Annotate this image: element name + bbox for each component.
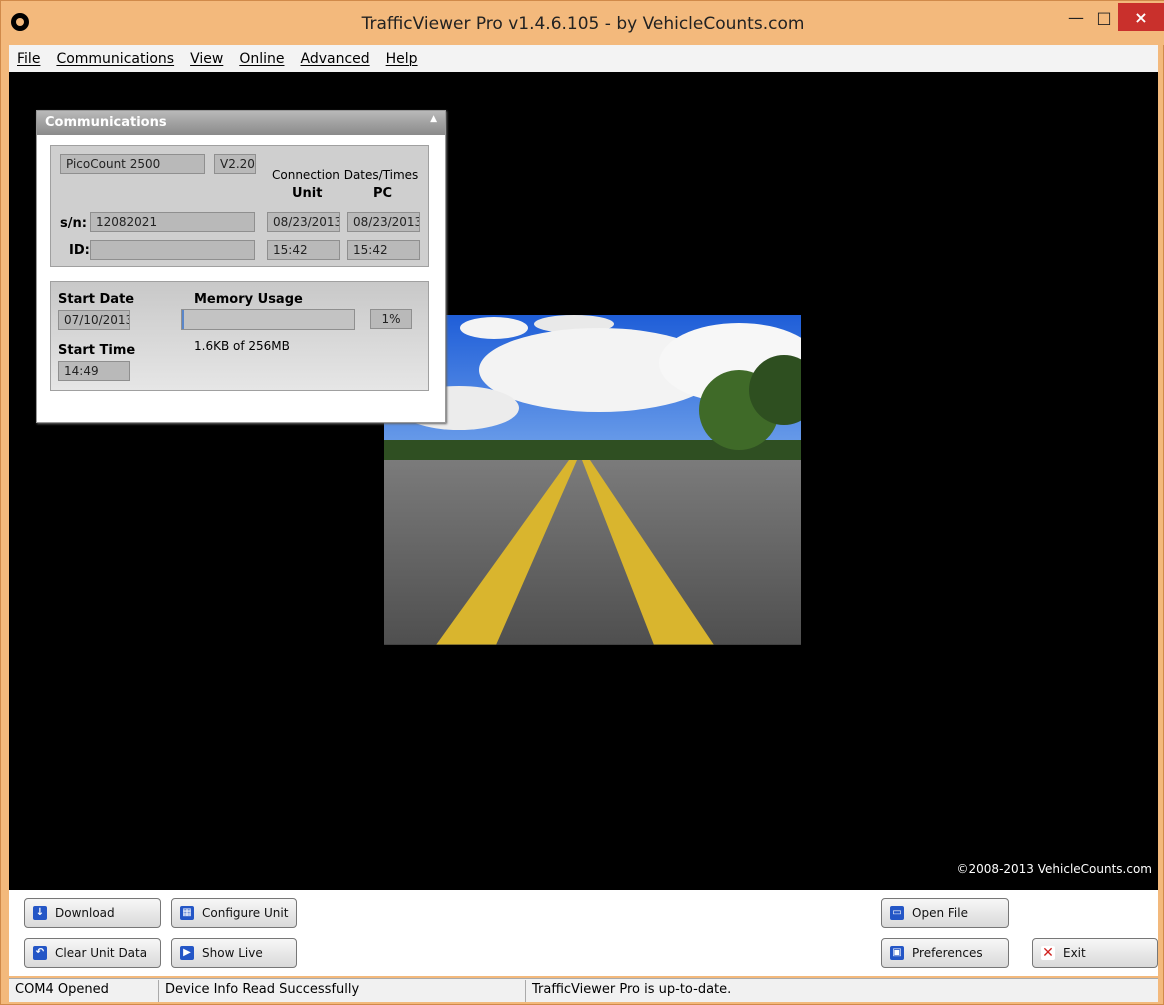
serial-number-field: 12082021 [90, 212, 255, 232]
menu-view[interactable]: View [190, 51, 223, 67]
status-bar: COM4 Opened Device Info Read Successfull… [9, 978, 1158, 1002]
pc-time-field: 15:42 [347, 240, 420, 260]
menu-online[interactable]: Online [239, 51, 284, 67]
pc-heading: PC [373, 186, 393, 201]
clear-unit-data-button[interactable]: ↶ Clear Unit Data [24, 938, 161, 968]
connection-heading: Connection Dates/Times [272, 168, 419, 182]
unit-date-field: 08/23/2013 [267, 212, 340, 232]
show-live-button[interactable]: ▶ Show Live [171, 938, 297, 968]
folder-icon: ▭ [890, 906, 904, 920]
app-window: TrafficViewer Pro v1.4.6.105 - by Vehicl… [0, 0, 1164, 1005]
configure-unit-button[interactable]: ▦ Configure Unit [171, 898, 297, 928]
id-label: ID: [69, 243, 90, 258]
configure-icon: ▦ [180, 906, 194, 920]
open-file-button[interactable]: ▭ Open File [881, 898, 1009, 928]
play-icon: ▶ [180, 946, 194, 960]
unit-time-field: 15:42 [267, 240, 340, 260]
panel-header: Communications ▲ [37, 111, 445, 135]
preferences-button[interactable]: ▣ Preferences [881, 938, 1009, 968]
close-icon[interactable]: × [1118, 3, 1164, 31]
memory-label: Memory Usage [194, 292, 303, 307]
undo-icon: ↶ [33, 946, 47, 960]
download-icon: ↓ [33, 906, 47, 920]
memory-percent-field: 1% [370, 309, 412, 329]
maximize-icon[interactable]: □ [1089, 3, 1119, 31]
sn-label: s/n: [60, 216, 87, 231]
clipboard-icon: ▣ [890, 946, 904, 960]
id-field [90, 240, 255, 260]
port-status: COM4 Opened [9, 980, 159, 1002]
start-date-field: 07/10/2013 [58, 310, 130, 330]
close-icon: ✕ [1041, 945, 1055, 961]
collapse-icon[interactable]: ▲ [430, 114, 437, 124]
device-status: Device Info Read Successfully [159, 980, 526, 1002]
title-bar: TrafficViewer Pro v1.4.6.105 - by Vehicl… [1, 1, 1164, 45]
version-field: V2.20 [214, 154, 256, 174]
unit-heading: Unit [292, 186, 323, 201]
panel-title: Communications [45, 115, 167, 130]
communications-panel: Communications ▲ PicoCount 2500 V2.20 Co… [36, 110, 446, 423]
menu-file[interactable]: File [17, 51, 40, 67]
memory-progress-fill [182, 310, 184, 329]
menu-help[interactable]: Help [386, 51, 418, 67]
road-image [384, 315, 801, 645]
button-area: ↓ Download ▦ Configure Unit ▭ Open File ↶ Cl… [9, 890, 1158, 976]
exit-button[interactable]: ✕ Exit [1032, 938, 1158, 968]
window-title: TrafficViewer Pro v1.4.6.105 - by Vehicl… [361, 14, 805, 34]
start-time-field: 14:49 [58, 361, 130, 381]
device-info-group: PicoCount 2500 V2.20 Connection Dates/Ti… [50, 145, 429, 267]
model-field: PicoCount 2500 [60, 154, 205, 174]
memory-detail-text: 1.6KB of 256MB [194, 339, 290, 353]
menu-bar: File Communications View Online Advanced… [9, 45, 1158, 72]
memory-progress-bar [181, 309, 355, 330]
download-button[interactable]: ↓ Download [24, 898, 161, 928]
menu-advanced[interactable]: Advanced [300, 51, 369, 67]
start-date-label: Start Date [58, 292, 135, 307]
update-status: TrafficViewer Pro is up-to-date. [532, 982, 732, 997]
pc-date-field: 08/23/2013 [347, 212, 420, 232]
copyright-text: ©2008-2013 VehicleCounts.com [956, 862, 1152, 876]
menu-communications[interactable]: Communications [56, 51, 174, 67]
start-time-label: Start Time [58, 343, 136, 358]
minimize-icon[interactable]: — [1061, 3, 1091, 31]
main-display-area: ©2008-2013 VehicleCounts.com Communicati… [9, 72, 1158, 890]
